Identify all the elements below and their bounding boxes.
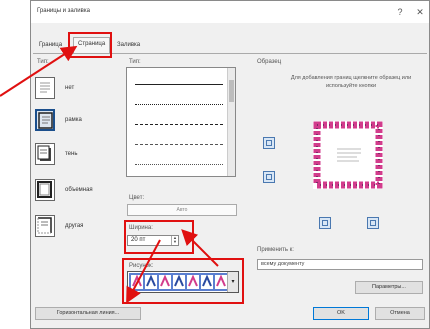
arrow-to-tab <box>0 45 78 97</box>
arrow-to-width <box>181 229 219 267</box>
arrow-to-art <box>126 239 161 304</box>
annotation-arrows <box>0 45 219 304</box>
